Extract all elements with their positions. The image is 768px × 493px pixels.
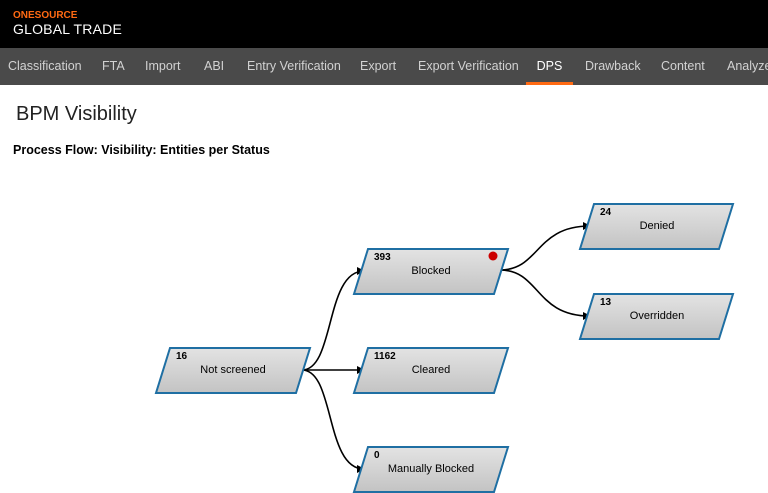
process-flow-diagram: 16 Not screened 393 Blocked 1162 Cleared… [154,203,735,493]
node-label: Cleared [412,364,451,376]
flow-edge-not-screened-to-blocked [301,267,365,371]
node-count: 0 [374,450,380,461]
flow-node-denied[interactable]: 24 Denied [578,203,735,250]
node-count: 393 [374,252,391,263]
node-count: 16 [176,351,188,362]
node-label: Denied [640,220,675,232]
flow-node-overridden[interactable]: 13 Overridden [578,293,735,340]
flow-node-manually-blocked[interactable]: 0 Manually Blocked [352,446,510,493]
node-label: Overridden [630,310,684,322]
node-count: 13 [600,297,612,308]
flow-node-cleared[interactable]: 1162 Cleared [352,347,510,394]
alert-indicator-icon [488,251,498,261]
flow-edge-blocked-to-overridden [499,269,591,320]
node-count: 24 [600,207,612,218]
node-count: 1162 [374,351,396,362]
flow-edge-blocked-to-denied [499,222,591,271]
node-label: Not screened [200,364,265,376]
node-label: Manually Blocked [388,463,474,475]
node-label: Blocked [411,265,450,277]
flow-edge-not-screened-to-manually-blocked [301,369,365,473]
flow-node-blocked[interactable]: 393 Blocked [352,248,510,295]
flow-node-not-screened[interactable]: 16 Not screened [154,347,312,394]
